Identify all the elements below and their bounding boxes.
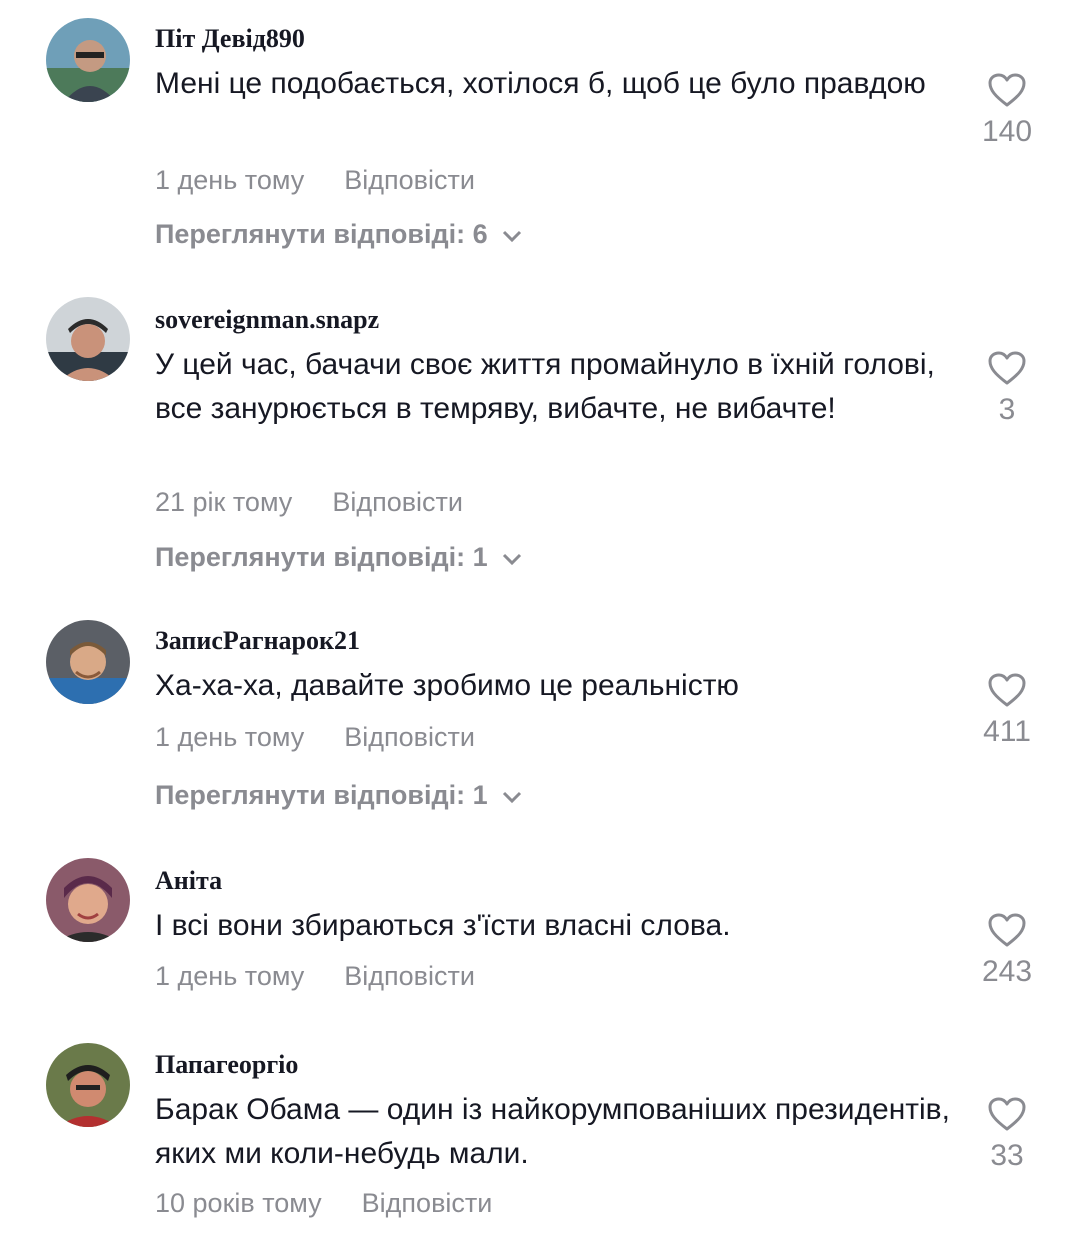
view-replies-button[interactable]: Переглянути відповіді: 6 bbox=[155, 218, 523, 250]
heart-outline-icon[interactable] bbox=[987, 1096, 1027, 1132]
like-control: 411 bbox=[970, 672, 1044, 750]
like-control: 3 bbox=[970, 350, 1044, 428]
avatar[interactable] bbox=[46, 620, 130, 704]
like-count: 411 bbox=[983, 715, 1031, 748]
like-control: 33 bbox=[970, 1096, 1044, 1174]
avatar[interactable] bbox=[46, 297, 130, 381]
comment-username[interactable]: Аніта bbox=[155, 866, 222, 896]
heart-outline-icon[interactable] bbox=[987, 672, 1027, 708]
view-replies-button[interactable]: Переглянути відповіді: 1 bbox=[155, 541, 523, 573]
avatar[interactable] bbox=[46, 18, 130, 102]
view-replies-label: Переглянути відповіді: 1 bbox=[155, 780, 488, 810]
like-control: 140 bbox=[970, 72, 1044, 150]
comment-meta: 10 років тому Відповісти bbox=[155, 1187, 492, 1219]
like-count: 243 bbox=[981, 955, 1033, 988]
reply-button[interactable]: Відповісти bbox=[344, 722, 475, 752]
avatar[interactable] bbox=[46, 1043, 130, 1127]
comment-meta: 1 день тому Відповісти bbox=[155, 960, 475, 992]
comment-meta: 21 рік тому Відповісти bbox=[155, 486, 463, 518]
comment-username[interactable]: ЗаписРагнарок21 bbox=[155, 626, 360, 656]
comment-meta: 1 день тому Відповісти bbox=[155, 164, 475, 196]
like-count: 3 bbox=[998, 393, 1016, 426]
reply-button[interactable]: Відповісти bbox=[344, 961, 475, 991]
like-count: 140 bbox=[981, 115, 1033, 148]
view-replies-button[interactable]: Переглянути відповіді: 1 bbox=[155, 779, 523, 811]
view-replies-label: Переглянути відповіді: 1 bbox=[155, 542, 488, 572]
comment-username[interactable]: Папагеоргіо bbox=[155, 1050, 298, 1080]
comment-text: Барак Обама — один із найкорумпованіших … bbox=[155, 1093, 950, 1170]
like-control: 243 bbox=[970, 912, 1044, 990]
chevron-down-icon bbox=[503, 230, 522, 242]
reply-button[interactable]: Відповісти bbox=[332, 487, 463, 517]
like-count: 33 bbox=[990, 1139, 1024, 1172]
view-replies-label: Переглянути відповіді: 6 bbox=[155, 219, 488, 249]
comment-timestamp: 1 день тому bbox=[155, 961, 305, 991]
comment-timestamp: 21 рік тому bbox=[155, 487, 293, 517]
comment-text: І всі вони збираються з'їсти власні слов… bbox=[155, 909, 731, 942]
reply-button[interactable]: Відповісти bbox=[344, 165, 475, 195]
avatar[interactable] bbox=[46, 858, 130, 942]
comment-username[interactable]: sovereignman.snapz bbox=[155, 305, 379, 335]
comment-timestamp: 10 років тому bbox=[155, 1188, 322, 1218]
comment-text: Ха-ха-ха, давайте зробимо це реальністю bbox=[155, 669, 739, 702]
chevron-down-icon bbox=[503, 553, 522, 565]
heart-outline-icon[interactable] bbox=[987, 350, 1027, 386]
comment-timestamp: 1 день тому bbox=[155, 165, 305, 195]
chevron-down-icon bbox=[503, 791, 522, 803]
heart-outline-icon[interactable] bbox=[987, 72, 1027, 108]
comment-timestamp: 1 день тому bbox=[155, 722, 305, 752]
reply-button[interactable]: Відповісти bbox=[362, 1188, 493, 1218]
comment-text: Мені це подобається, хотілося б, щоб це … bbox=[155, 67, 926, 100]
comment-meta: 1 день тому Відповісти bbox=[155, 721, 475, 753]
heart-outline-icon[interactable] bbox=[987, 912, 1027, 948]
comment-username[interactable]: Піт Девід890 bbox=[155, 24, 305, 54]
comment-text: У цей час, бачачи своє життя промайнуло … bbox=[155, 348, 935, 425]
